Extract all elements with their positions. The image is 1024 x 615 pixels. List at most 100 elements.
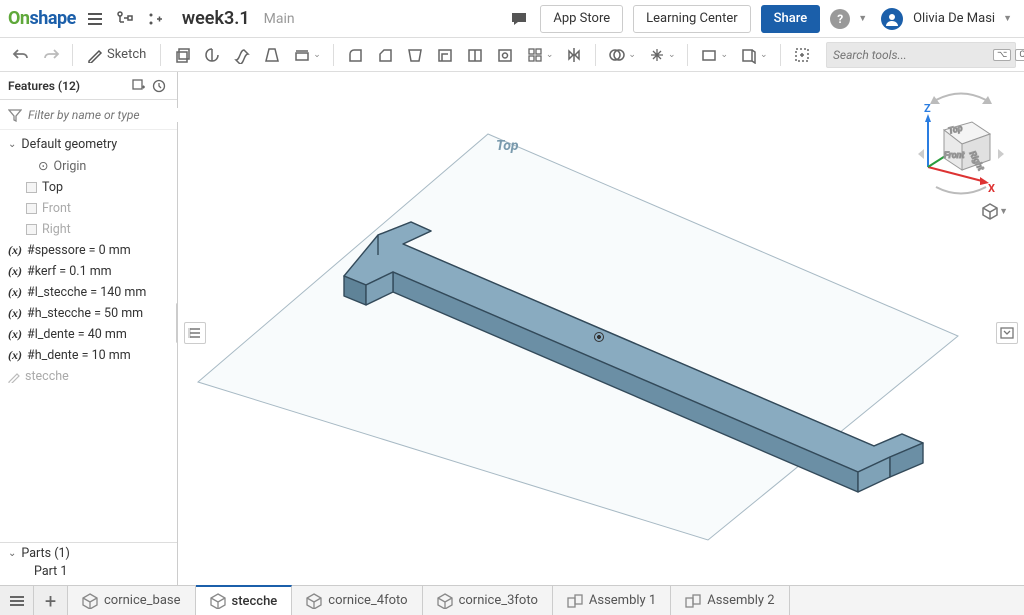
parts-header[interactable]: ⌄Parts (1) — [8, 546, 169, 561]
tree-variable[interactable]: #h_dente = 10 mm — [0, 345, 177, 366]
tab-label: cornice_base — [104, 593, 181, 608]
tab-label: Assembly 1 — [589, 593, 656, 608]
rib-button[interactable] — [462, 42, 488, 68]
sheetmetal-button[interactable] — [736, 42, 762, 68]
transform-dropdown-icon[interactable]: ⌄ — [668, 50, 676, 60]
learning-center-button[interactable]: Learning Center — [633, 5, 751, 33]
pattern-dropdown-icon[interactable]: ⌄ — [546, 50, 554, 60]
variable-icon — [8, 243, 22, 258]
extrude-button[interactable] — [169, 42, 195, 68]
rollback-icon[interactable] — [149, 76, 169, 96]
document-title[interactable]: week3.1 — [182, 8, 250, 29]
svg-text:Front: Front — [944, 151, 966, 161]
tab-type-icon — [437, 593, 453, 609]
tab-type-icon — [685, 593, 701, 609]
tree-part-1[interactable]: Part 1 — [8, 561, 169, 582]
svg-text:Z: Z — [924, 102, 931, 115]
frame-button[interactable] — [789, 42, 815, 68]
app-store-button[interactable]: App Store — [540, 5, 623, 33]
feature-tree-header: Features (12) — [0, 72, 177, 100]
panel-toggle-right[interactable] — [996, 322, 1018, 344]
document-tree-icon[interactable] — [114, 8, 136, 30]
boolean-dropdown-icon[interactable]: ⌄ — [628, 50, 636, 60]
tab-Assembly-1[interactable]: Assembly 1 — [553, 586, 671, 615]
panel-toggle-left[interactable] — [184, 322, 206, 344]
tree-variable[interactable]: #h_stecche = 50 mm — [0, 303, 177, 324]
logo-shape: shape — [30, 8, 76, 29]
iso-dropdown-icon[interactable]: ▼ — [999, 206, 1008, 217]
help-dropdown-icon[interactable]: ▼ — [858, 13, 867, 24]
tree-plane-front[interactable]: Front — [0, 198, 177, 219]
tree-variable[interactable]: #spessore = 0 mm — [0, 240, 177, 261]
tree-sketch-stecche[interactable]: stecche — [0, 366, 177, 387]
origin-icon: ⊙ — [38, 158, 48, 174]
tree-origin[interactable]: ⊙Origin — [0, 155, 177, 177]
share-button[interactable]: Share — [761, 5, 821, 33]
tree-variable[interactable]: #l_stecche = 140 mm — [0, 282, 177, 303]
hole-button[interactable] — [492, 42, 518, 68]
tree-variable[interactable]: #l_dente = 40 mm — [0, 324, 177, 345]
tab-stecche[interactable]: stecche — [196, 585, 293, 615]
plane-icon — [26, 182, 37, 193]
tab-type-icon — [210, 593, 226, 609]
onshape-logo[interactable]: Onshape — [8, 8, 76, 29]
tree-plane-right[interactable]: Right — [0, 219, 177, 240]
user-dropdown-icon[interactable]: ▼ — [1003, 13, 1012, 24]
main-toolbar: Sketch ⌄ ⌄ ⌄ ⌄ ⌄ ⌄ ⌥ C — [0, 38, 1024, 72]
svg-text:Top: Top — [496, 138, 519, 154]
tab-type-icon — [306, 593, 322, 609]
variable-icon — [8, 264, 22, 279]
thicken-dropdown-icon[interactable]: ⌄ — [313, 50, 321, 60]
comments-icon[interactable] — [508, 8, 530, 30]
loft-button[interactable] — [259, 42, 285, 68]
features-count-label: Features (12) — [8, 79, 80, 93]
mirror-button[interactable] — [561, 42, 587, 68]
chevron-down-icon: ⌄ — [8, 548, 16, 559]
thicken-button[interactable] — [289, 42, 315, 68]
tool-search[interactable]: ⌥ C — [826, 42, 1016, 68]
feature-filter-input[interactable] — [28, 108, 184, 122]
plane-button[interactable] — [696, 42, 722, 68]
tab-Assembly-2[interactable]: Assembly 2 — [671, 586, 789, 615]
tool-search-input[interactable] — [833, 48, 989, 62]
tab-label: cornice_3foto — [459, 593, 538, 608]
transform-button[interactable] — [644, 42, 670, 68]
sheetmetal-dropdown-icon[interactable]: ⌄ — [760, 50, 768, 60]
fillet-button[interactable] — [342, 42, 368, 68]
pattern-button[interactable] — [522, 42, 548, 68]
shell-button[interactable] — [432, 42, 458, 68]
boolean-button[interactable] — [604, 42, 630, 68]
tab-cornice_4foto[interactable]: cornice_4foto — [292, 586, 422, 615]
username[interactable]: Olivia De Masi — [913, 11, 995, 26]
plane-dropdown-icon[interactable]: ⌄ — [720, 50, 728, 60]
tab-cornice_base[interactable]: cornice_base — [68, 586, 196, 615]
sketch-button[interactable]: Sketch — [81, 47, 152, 63]
tab-type-icon — [567, 593, 583, 609]
feature-tree-panel: Features (12) ⌄Default geometry ⊙Origin … — [0, 72, 178, 585]
variable-icon — [8, 306, 22, 321]
tree-plane-top[interactable]: Top — [0, 177, 177, 198]
revolve-button[interactable] — [199, 42, 225, 68]
filter-icon[interactable] — [8, 108, 22, 122]
sweep-button[interactable] — [229, 42, 255, 68]
redo-button[interactable] — [38, 42, 64, 68]
undo-button[interactable] — [8, 42, 34, 68]
tab-manager-button[interactable] — [0, 586, 34, 615]
add-tab-button[interactable]: + — [34, 586, 68, 615]
3d-viewport[interactable]: Top — [178, 72, 1024, 585]
menu-icon[interactable] — [84, 8, 106, 30]
tree-default-geometry[interactable]: ⌄Default geometry — [0, 134, 177, 155]
help-icon[interactable]: ? — [830, 9, 850, 29]
chamfer-button[interactable] — [372, 42, 398, 68]
tab-cornice_3foto[interactable]: cornice_3foto — [423, 586, 553, 615]
add-feature-icon[interactable] — [129, 76, 149, 96]
view-cube[interactable]: Z X Y Top Front Right — [916, 82, 1006, 202]
document-subtitle: Main — [264, 11, 295, 27]
variable-icon — [8, 348, 22, 363]
iso-view-button[interactable]: ▼ — [981, 202, 1012, 220]
tab-label: Assembly 2 — [707, 593, 774, 608]
user-avatar-icon[interactable] — [881, 8, 903, 30]
tree-variable[interactable]: #kerf = 0.1 mm — [0, 261, 177, 282]
insert-icon[interactable] — [144, 8, 166, 30]
draft-button[interactable] — [402, 42, 428, 68]
